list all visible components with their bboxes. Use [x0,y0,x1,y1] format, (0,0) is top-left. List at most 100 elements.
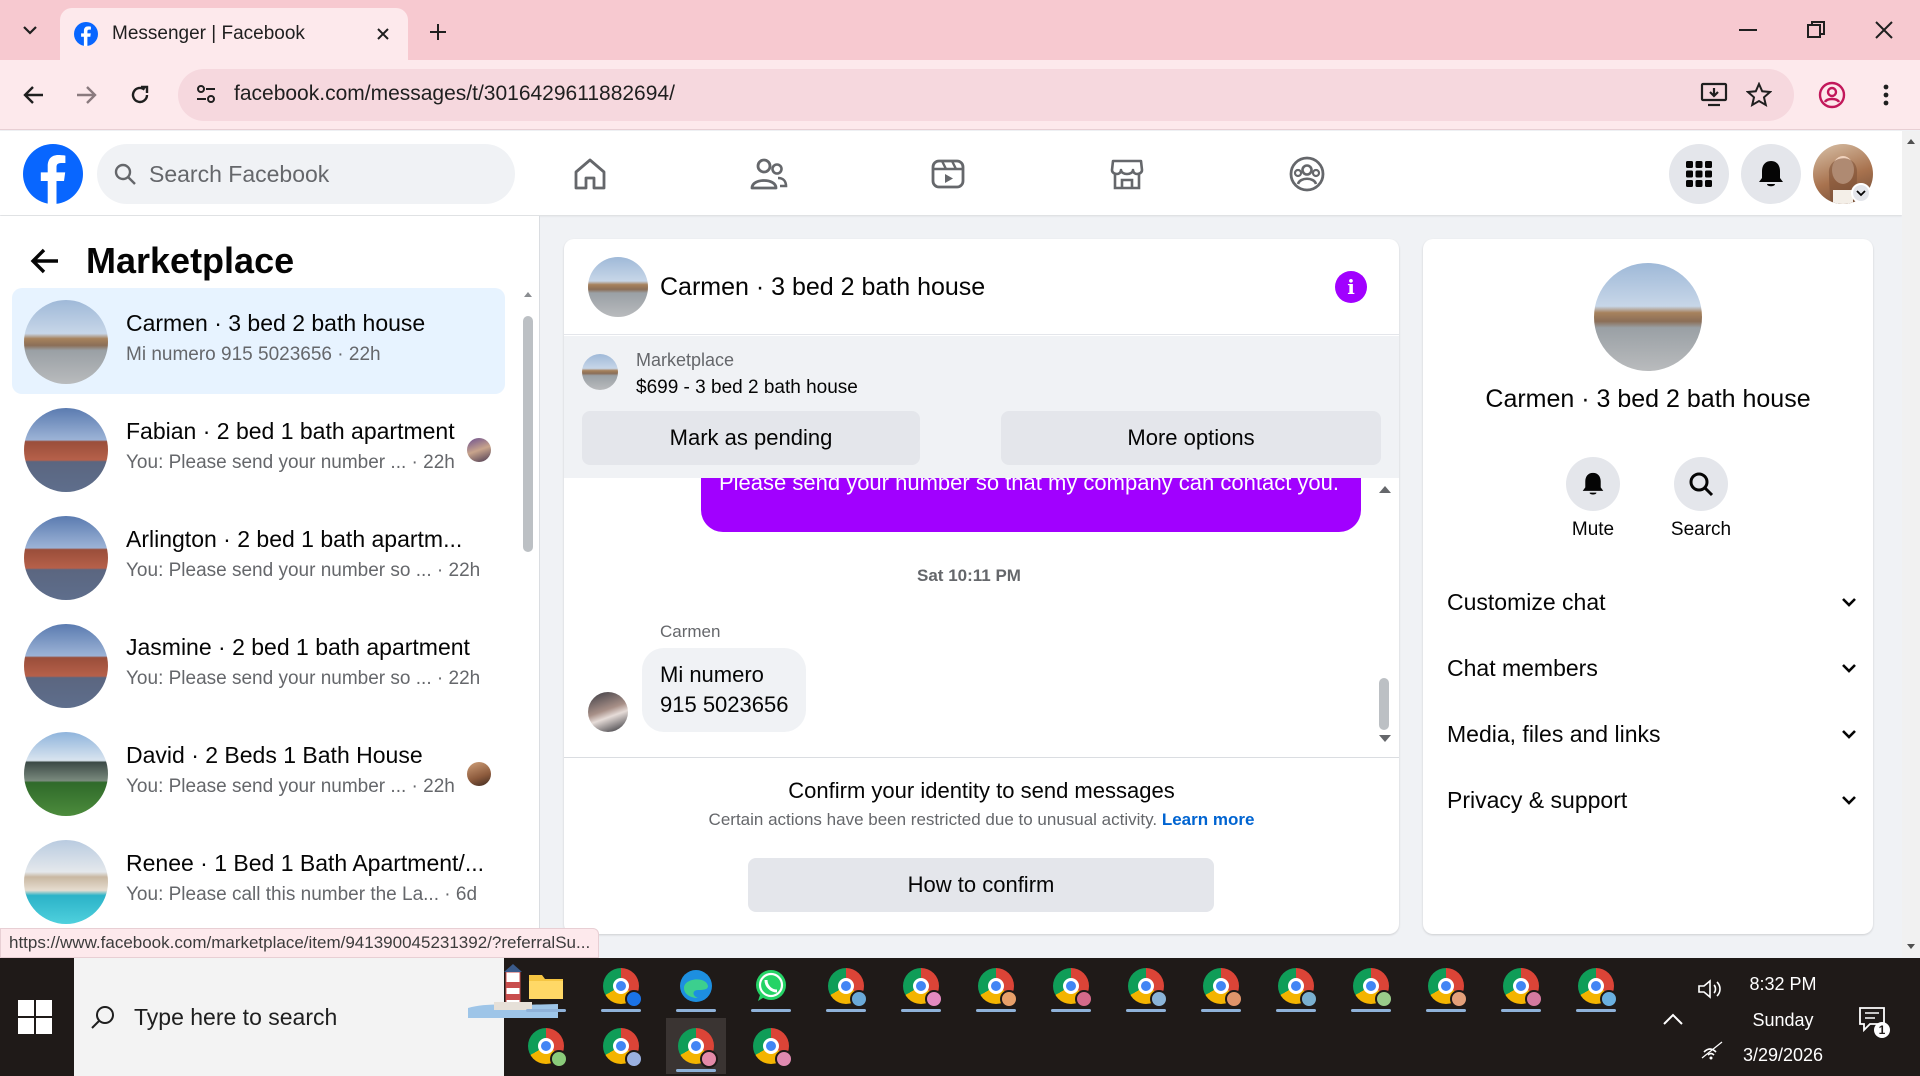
nav-marketplace[interactable] [1097,151,1157,197]
chat-info-avatar[interactable] [1594,263,1702,371]
chrome-app-14[interactable] [591,1018,651,1074]
restore-icon[interactable] [1794,12,1838,48]
chevron-down-icon [1842,598,1856,607]
whatsapp-app[interactable] [741,958,801,1014]
nav-friends[interactable] [739,151,799,197]
clock-date[interactable]: 3/29/2026 [1730,1045,1836,1066]
how-to-confirm-button[interactable]: How to confirm [748,858,1214,912]
site-settings-icon[interactable] [194,82,218,106]
facebook-search-input[interactable] [149,160,489,188]
file-explorer-app[interactable] [516,958,576,1014]
tab-search-button[interactable] [12,14,48,46]
listing-thumbnail[interactable] [582,354,618,390]
listing-thumbnail [24,300,108,384]
chrome-app-11[interactable] [1491,958,1551,1014]
whatsapp-icon [756,970,786,1001]
browser-tab[interactable]: Messenger | Facebook [60,8,408,60]
listing-thumbnail [24,624,108,708]
chrome-app-4[interactable] [966,958,1026,1014]
chrome-icon [603,1028,643,1068]
notifications-button[interactable] [1741,144,1801,204]
taskbar-search[interactable] [74,958,558,1076]
chat-item-fabian[interactable]: Fabian · 2 bed 1 bath apartment You: Ple… [12,396,505,502]
bookmark-star-icon[interactable] [1746,82,1772,108]
conversation-avatar[interactable] [588,257,648,317]
chrome-app-5[interactable] [1041,958,1101,1014]
chrome-app-10[interactable] [1416,958,1476,1014]
browser-menu-icon[interactable] [1868,77,1904,113]
clock-day[interactable]: Sunday [1730,1010,1836,1031]
listing-source-label: Marketplace [636,350,735,370]
chrome-app-6[interactable] [1116,958,1176,1014]
page-scrollbar[interactable] [1902,131,1920,957]
wifi-icon[interactable] [1700,1040,1724,1060]
scroll-up-arrow-icon[interactable] [1378,484,1392,494]
menu-button[interactable] [1669,144,1729,204]
chrome-app-12[interactable] [1566,958,1626,1014]
chrome-app-3[interactable] [891,958,951,1014]
account-chevron-icon[interactable] [1851,183,1871,203]
windows-start-icon[interactable] [18,1000,52,1034]
outgoing-message[interactable]: Please send your number so that my compa… [701,478,1361,532]
chat-item-carmen[interactable]: Carmen · 3 bed 2 bath house Mi numero 91… [12,288,505,394]
mark-as-pending-button[interactable]: Mark as pending [582,411,920,465]
sender-avatar[interactable] [588,692,628,732]
volume-icon[interactable] [1697,978,1723,1000]
chat-item-jasmine[interactable]: Jasmine · 2 bed 1 bath apartment You: Pl… [12,612,505,718]
chrome-app-7[interactable] [1191,958,1251,1014]
clock-time[interactable]: 8:32 PM [1730,974,1836,995]
row-label: Customize chat [1447,588,1606,615]
tab-close-icon[interactable] [372,23,394,45]
chrome-app-profile-r[interactable] [591,958,651,1014]
mute-button[interactable]: Mute [1553,457,1633,541]
chat-members-row[interactable]: Chat members [1447,643,1857,693]
listing-price-title[interactable]: $699 - 3 bed 2 bath house [636,377,858,399]
close-window-icon[interactable] [1862,12,1906,48]
notification-center[interactable]: 1 [1858,1006,1890,1038]
scroll-down-arrow-icon[interactable] [1378,734,1392,744]
tab-title: Messenger | Facebook [112,23,305,44]
identity-confirm-notice: Confirm your identity to send messages C… [564,757,1399,934]
incoming-message[interactable]: Mi numero 915 5023656 [642,648,807,732]
chrome-app-13[interactable] [516,1018,576,1074]
chrome-app-9[interactable] [1341,958,1401,1014]
chat-item-david[interactable]: David · 2 Beds 1 Bath House You: Please … [12,720,505,826]
chat-item-renee[interactable]: Renee · 1 Bed 1 Bath Apartment/... You: … [12,828,505,934]
chat-item-arlington[interactable]: Arlington · 2 bed 1 bath apartm... You: … [12,504,505,610]
learn-more-link[interactable]: Learn more [1162,810,1255,829]
taskbar-search-input[interactable] [134,1003,394,1031]
info-icon[interactable]: i [1335,271,1367,303]
message-scroll-thumb[interactable] [1379,678,1389,730]
profile-icon[interactable] [1814,77,1850,113]
reload-icon[interactable] [122,77,158,113]
chrome-app-16[interactable] [741,1018,801,1074]
edge-icon [680,970,712,1002]
search-in-conversation-button[interactable]: Search [1661,457,1741,541]
facebook-search-box[interactable] [97,144,515,204]
chrome-app-2[interactable] [816,958,876,1014]
edge-app[interactable] [666,958,726,1014]
back-arrow-icon[interactable] [16,77,52,113]
forward-arrow-icon[interactable] [68,77,104,113]
install-app-icon[interactable] [1700,82,1728,108]
new-tab-plus-icon[interactable] [422,16,454,48]
privacy-support-row[interactable]: Privacy & support [1447,775,1857,825]
facebook-logo-icon[interactable] [23,144,83,204]
nav-groups[interactable] [1277,151,1337,197]
address-bar[interactable]: facebook.com/messages/t/3016429611882694… [178,69,1794,121]
chevron-down-icon [1842,796,1856,805]
media-files-links-row[interactable]: Media, files and links [1447,709,1857,759]
chat-list-scroll-thumb[interactable] [523,316,533,552]
chrome-app-active[interactable] [666,1018,726,1074]
nav-video[interactable] [918,151,978,197]
more-options-button[interactable]: More options [1001,411,1381,465]
nav-home[interactable] [560,151,620,197]
customize-chat-row[interactable]: Customize chat [1447,577,1857,627]
show-hidden-icons-chevron-icon[interactable] [1662,1012,1684,1026]
chrome-icon [1428,968,1468,1008]
conversation-title[interactable]: Carmen · 3 bed 2 bath house [660,273,985,302]
back-arrow-icon[interactable] [30,248,60,274]
minimize-icon[interactable] [1726,12,1770,48]
incoming-message-line: 915 5023656 [660,692,789,717]
chrome-app-8[interactable] [1266,958,1326,1014]
